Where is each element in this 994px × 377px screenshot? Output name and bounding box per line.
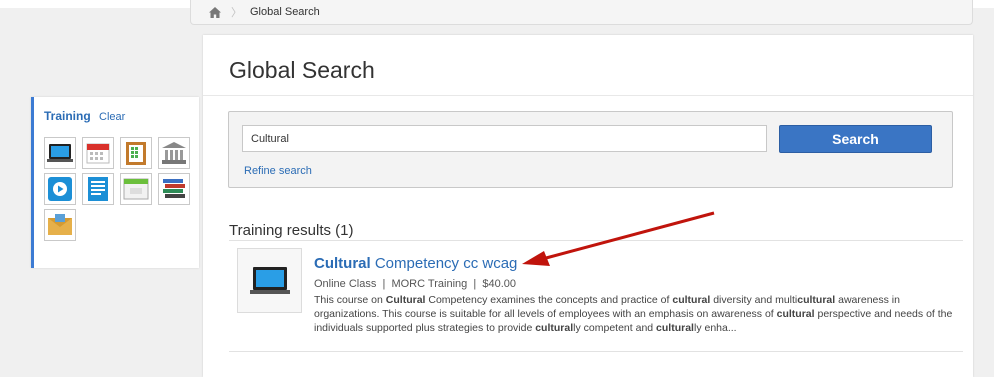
filter-event-button[interactable]	[82, 137, 114, 169]
filter-header: Training Clear	[44, 109, 125, 123]
filter-title: Training	[44, 109, 91, 123]
result-type: Online Class	[314, 278, 377, 290]
filter-document-button[interactable]	[82, 173, 114, 205]
filter-video-button[interactable]	[44, 173, 76, 205]
search-term-highlight: cultural	[776, 308, 815, 320]
web-page-icon	[123, 178, 149, 200]
divider	[229, 351, 963, 352]
filter-checklist-button[interactable]	[120, 137, 152, 169]
search-term-highlight: cultural	[672, 294, 711, 306]
filter-external-button[interactable]	[44, 209, 76, 241]
laptop-icon	[47, 144, 73, 162]
breadcrumb-separator: 〉	[231, 7, 242, 19]
refine-search-link[interactable]: Refine search	[244, 165, 312, 177]
clipboard-icon	[126, 142, 146, 165]
result-provider: MORC Training	[391, 278, 468, 290]
result-thumbnail[interactable]	[237, 248, 302, 313]
books-icon	[163, 179, 185, 198]
search-panel: Search Refine search	[228, 111, 953, 188]
training-filter-panel: Training Clear	[31, 97, 199, 268]
search-term-highlight: cultural	[656, 322, 694, 334]
filter-web-page-button[interactable]	[120, 173, 152, 205]
result-title-link[interactable]: Cultural Competency cc wcag	[314, 255, 517, 272]
home-icon[interactable]	[209, 6, 221, 18]
search-term-highlight: Cultural	[385, 294, 426, 306]
breadcrumb: 〉 Global Search	[190, 0, 973, 25]
breadcrumb-current: Global Search	[250, 6, 320, 18]
search-button[interactable]: Search	[779, 125, 932, 153]
divider	[203, 95, 973, 96]
video-icon	[48, 177, 72, 201]
document-icon	[88, 177, 108, 201]
divider	[229, 240, 963, 241]
results-heading: Training results (1)	[229, 222, 354, 239]
search-term-highlight: cultural	[797, 294, 836, 306]
filter-online-class-button[interactable]	[44, 137, 76, 169]
result-description: This course on Cultural Competency exami…	[314, 294, 953, 334]
search-card: Global Search Search Refine search Train…	[203, 35, 973, 377]
result-price: $40.00	[482, 278, 516, 290]
filter-library-button[interactable]	[158, 173, 190, 205]
page-title: Global Search	[229, 57, 375, 83]
result-title-rest: Competency cc wcag	[370, 255, 518, 272]
filter-institution-button[interactable]	[158, 137, 190, 169]
clear-filter-link[interactable]: Clear	[99, 111, 125, 123]
result-title-highlight: Cultural	[314, 255, 371, 272]
envelope-icon	[48, 214, 72, 235]
laptop-icon	[249, 266, 290, 294]
result-meta: Online Class | MORC Training | $40.00	[314, 278, 516, 290]
search-input[interactable]	[242, 125, 767, 152]
calendar-icon	[86, 143, 110, 164]
search-term-highlight: cultural	[535, 322, 574, 334]
museum-icon	[162, 142, 186, 164]
